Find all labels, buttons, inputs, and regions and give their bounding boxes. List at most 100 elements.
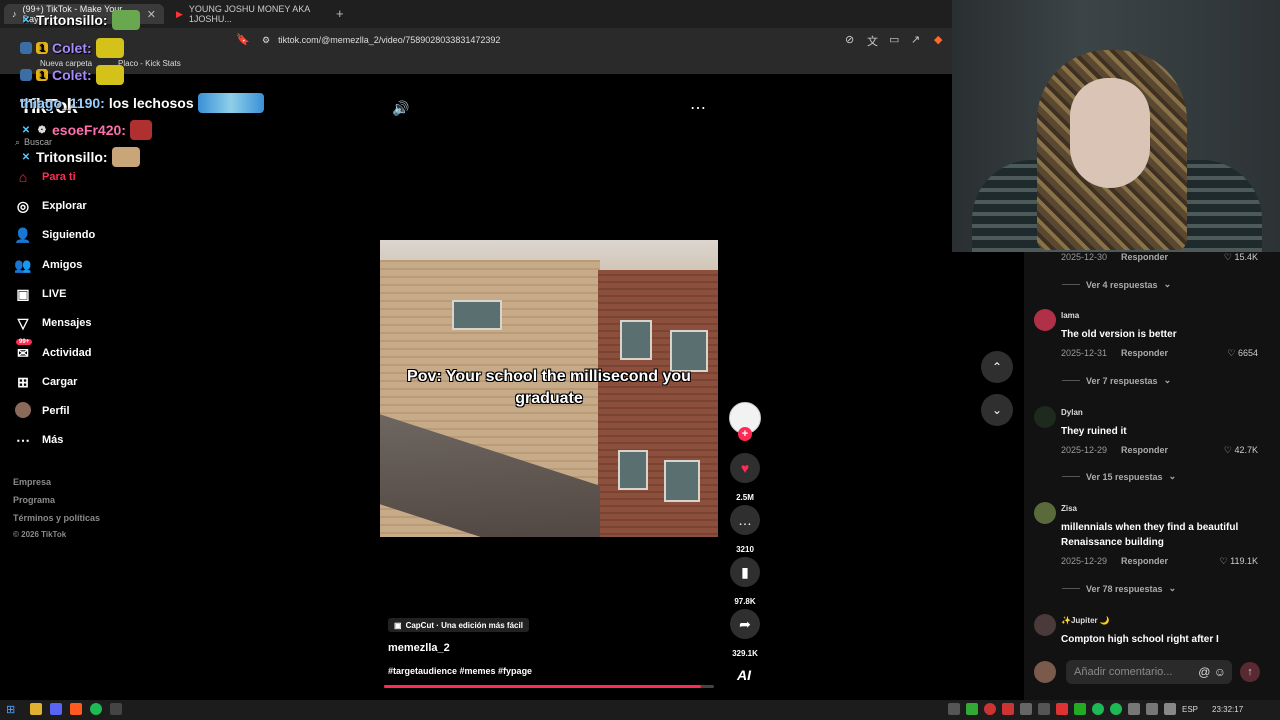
screen-icon[interactable]: ▭ bbox=[889, 33, 899, 46]
capcut-tag[interactable]: ▣ CapCut · Una edición más fácil bbox=[388, 618, 529, 632]
reply-button[interactable]: Responder bbox=[1121, 556, 1168, 566]
language-indicator[interactable]: ESP bbox=[1182, 705, 1198, 714]
comment-user[interactable]: ✨Jupiter 🌙 bbox=[1061, 616, 1110, 625]
no-tracking-icon[interactable]: ⊘ bbox=[845, 33, 854, 46]
share-button[interactable]: ➦ 329.1K bbox=[729, 609, 761, 658]
following-icon: 👤 bbox=[14, 226, 32, 243]
system-clock[interactable]: 23:32:17 bbox=[1212, 705, 1243, 714]
video-hashtags[interactable]: #targetaudience #memes #fypage bbox=[388, 666, 532, 676]
close-tab-icon[interactable]: ✕ bbox=[147, 8, 156, 21]
bookmark-icon[interactable]: 🔖 bbox=[236, 33, 250, 46]
tray-icon[interactable] bbox=[1038, 703, 1050, 715]
volume-icon[interactable]: 🔊 bbox=[392, 100, 409, 117]
footer-program[interactable]: Programa bbox=[13, 495, 55, 505]
discord-icon[interactable] bbox=[50, 703, 62, 715]
comment-user[interactable]: Dylan bbox=[1061, 408, 1083, 417]
emoji-icon[interactable]: ☺ bbox=[1214, 665, 1226, 679]
tray-icon[interactable] bbox=[1002, 703, 1014, 715]
os-taskbar bbox=[0, 700, 1280, 720]
reply-button[interactable]: Responder bbox=[1121, 348, 1168, 358]
video-player[interactable]: Pov: Your school the millisecond you gra… bbox=[380, 240, 718, 537]
file-explorer-icon[interactable] bbox=[30, 703, 42, 715]
tray-icon[interactable] bbox=[1056, 703, 1068, 715]
chat-line: 1 Colet: bbox=[20, 38, 124, 58]
previous-video-button[interactable]: ⌃ bbox=[981, 351, 1013, 383]
reply-button[interactable]: Responder bbox=[1121, 445, 1168, 455]
sword-icon: ✕ bbox=[21, 124, 31, 136]
comment-meta: 2025-12-31 Responder bbox=[1061, 348, 1169, 358]
comment-avatar[interactable] bbox=[1034, 614, 1056, 636]
comment-likes[interactable]: ♡ 15.4K bbox=[1224, 252, 1258, 263]
like-button[interactable]: ♥ 2.5M bbox=[729, 453, 761, 502]
footer-company[interactable]: Empresa bbox=[13, 477, 51, 487]
comment-button[interactable]: … 3210 bbox=[729, 505, 761, 554]
comment-user[interactable]: lama bbox=[1061, 311, 1079, 320]
comment-composer: Añadir comentario... @ ☺ ↑ bbox=[1034, 660, 1270, 684]
comment-input[interactable]: Añadir comentario... @ ☺ bbox=[1066, 660, 1232, 684]
translate-icon[interactable]: 文 bbox=[867, 33, 878, 49]
live-icon: ▣ bbox=[16, 285, 30, 302]
more-options-icon[interactable]: ⋯ bbox=[690, 98, 707, 118]
browser-tab-youtube[interactable]: ▶ YOUNG JOSHU MONEY AKA 1JOSHU... bbox=[168, 4, 328, 24]
tray-icon[interactable] bbox=[948, 703, 960, 715]
tray-icon[interactable] bbox=[1128, 703, 1140, 715]
nav-profile[interactable]: Perfil bbox=[14, 399, 70, 423]
brave-icon[interactable] bbox=[70, 703, 82, 715]
nav-activity[interactable]: ✉ 99+ Actividad bbox=[14, 338, 92, 365]
nav-for-you[interactable]: ⌂ Para ti bbox=[14, 165, 76, 189]
nav-explore[interactable]: ◎ Explorar bbox=[14, 194, 87, 218]
follow-plus-icon[interactable]: + bbox=[738, 427, 752, 441]
tray-icon[interactable] bbox=[984, 703, 996, 715]
mention-icon[interactable]: @ bbox=[1198, 665, 1210, 679]
ai-label-icon[interactable]: AI bbox=[737, 667, 751, 683]
windows-start-icon[interactable]: ⊞ bbox=[6, 703, 18, 716]
volume-tray-icon[interactable] bbox=[1164, 703, 1176, 715]
nav-friends[interactable]: 👥 Amigos bbox=[14, 253, 82, 277]
nav-messages[interactable]: ▽ Mensajes bbox=[14, 311, 92, 335]
arrow-up-icon: ↑ bbox=[1247, 666, 1253, 678]
tray-icon[interactable] bbox=[1146, 703, 1158, 715]
tray-icon[interactable] bbox=[1074, 703, 1086, 715]
save-button[interactable]: ▮ 97.8K bbox=[729, 557, 761, 606]
tray-icon[interactable] bbox=[1092, 703, 1104, 715]
sword-icon: ✕ bbox=[21, 151, 31, 163]
view-replies-button[interactable]: Ver 4 respuestas ⌄ bbox=[1062, 279, 1171, 290]
comment-likes[interactable]: ♡ 6654 bbox=[1227, 348, 1258, 359]
emote-pepe-icon bbox=[111, 10, 140, 30]
nav-more[interactable]: ⋯ Más bbox=[14, 428, 63, 452]
brave-shield-icon[interactable]: ◆ bbox=[934, 33, 942, 46]
spotify-icon[interactable] bbox=[90, 703, 102, 715]
nav-following[interactable]: 👤 Siguiendo bbox=[14, 223, 95, 247]
site-info-icon[interactable]: ⚙ bbox=[262, 35, 270, 46]
comment-meta: 2025-12-29 Responder bbox=[1061, 556, 1169, 566]
nav-live[interactable]: ▣ LIVE bbox=[14, 282, 66, 306]
emote-mask-icon bbox=[129, 120, 152, 140]
obs-icon[interactable] bbox=[110, 703, 122, 715]
chevron-down-icon: ⌄ bbox=[1163, 375, 1172, 385]
nav-upload[interactable]: ⊞ Cargar bbox=[14, 370, 77, 394]
comment-likes[interactable]: ♡ 119.1K bbox=[1220, 556, 1258, 567]
view-replies-button[interactable]: Ver 78 respuestas ⌄ bbox=[1062, 583, 1176, 594]
video-author[interactable]: memezlla_2 bbox=[388, 642, 450, 654]
view-replies-button[interactable]: Ver 15 respuestas ⌄ bbox=[1062, 471, 1176, 482]
reply-button[interactable]: Responder bbox=[1121, 252, 1168, 262]
comment-likes[interactable]: ♡ 42.7K bbox=[1224, 445, 1258, 456]
comment-avatar[interactable] bbox=[1034, 309, 1056, 331]
bookmark-kick-stats[interactable]: Placo - Kick Stats bbox=[118, 59, 181, 68]
share-icon[interactable]: ↗ bbox=[911, 33, 920, 46]
gift-badge-icon: ❁ bbox=[37, 124, 47, 136]
view-replies-button[interactable]: Ver 7 respuestas ⌄ bbox=[1062, 375, 1171, 386]
comment-avatar[interactable] bbox=[1034, 502, 1056, 524]
tray-icon[interactable] bbox=[1110, 703, 1122, 715]
tray-icon[interactable] bbox=[966, 703, 978, 715]
messages-icon: ▽ bbox=[17, 314, 29, 331]
comment-avatar[interactable] bbox=[1034, 406, 1056, 428]
tray-icon[interactable] bbox=[1020, 703, 1032, 715]
url-field[interactable]: ⚙ tiktok.com/@memezlla_2/video/758902803… bbox=[256, 31, 836, 49]
next-video-button[interactable]: ⌄ bbox=[981, 394, 1013, 426]
video-progress-bar[interactable] bbox=[384, 685, 714, 688]
footer-terms[interactable]: Términos y políticas bbox=[13, 513, 100, 523]
new-tab-icon[interactable]: + bbox=[336, 6, 344, 21]
send-comment-button[interactable]: ↑ bbox=[1240, 662, 1260, 682]
comment-user[interactable]: Zisa bbox=[1061, 504, 1077, 513]
